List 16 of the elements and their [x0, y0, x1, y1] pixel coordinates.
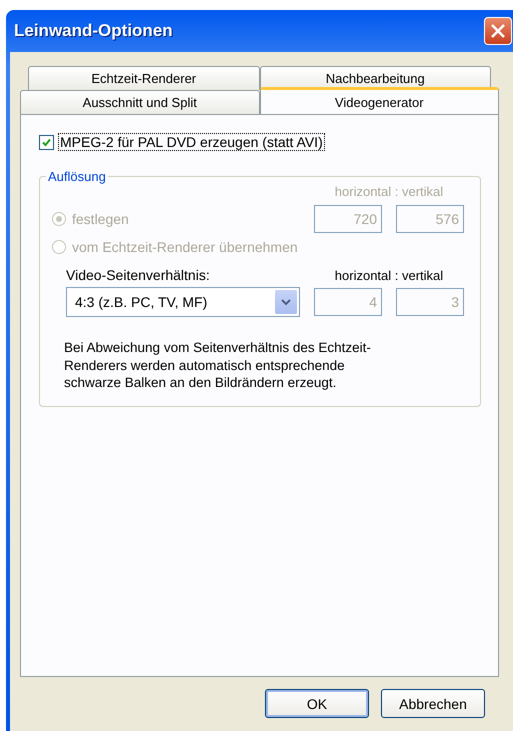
checkbox-label: MPEG-2 für PAL DVD erzeugen (statt AVI) — [58, 133, 325, 151]
aspect-label: Video-Seitenverhältnis: — [66, 267, 211, 283]
info-text: Bei Abweichung vom Seitenverhältnis des Echtzeit-Renderers werden automatisch entsprechende schwarze Balken an den Bildrändern erzeugt. — [64, 339, 372, 392]
window-title: Leinwand-Optionen — [14, 21, 173, 41]
group-title: Auflösung — [47, 169, 107, 184]
dialog-button[interactable]: Abbrechen — [381, 689, 485, 718]
tab[interactable]: Echtzeit-Renderer — [28, 66, 260, 90]
checkmark-icon — [42, 138, 51, 146]
close-icon — [490, 23, 506, 39]
tab[interactable]: Videogenerator — [260, 87, 499, 114]
size-header: horizontal : vertikal — [334, 184, 444, 199]
checkbox[interactable] — [39, 134, 54, 150]
dialog-button[interactable]: OK — [265, 689, 369, 718]
close-button[interactable] — [484, 17, 512, 45]
size-header: horizontal : vertikal — [334, 268, 444, 282]
tab[interactable]: Ausschnitt und Split — [20, 90, 260, 114]
